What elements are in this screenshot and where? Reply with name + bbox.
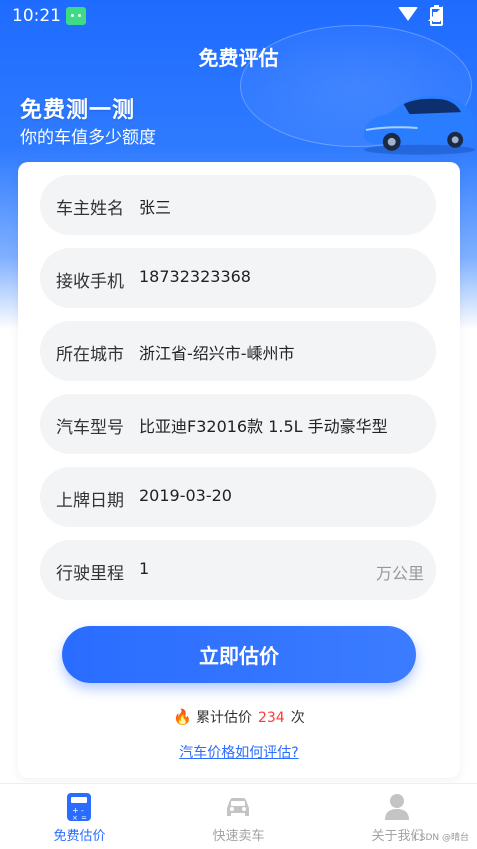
car-icon [227,798,249,816]
registration-date-field[interactable]: 上牌日期 2019-03-20 [40,467,436,527]
fire-icon: 🔥 [173,708,192,726]
page-title: 免费评估 [198,46,279,70]
phone-input[interactable]: 18732323368 [139,267,251,286]
city-field[interactable]: 所在城市 浙江省-绍兴市-嵊州市 [40,321,436,381]
field-label: 汽车型号 [56,418,124,438]
field-label: 所在城市 [56,345,124,365]
count-suffix: 次 [290,710,305,726]
tab-label: 快速卖车 [212,829,265,844]
mileage-input[interactable]: 1 [139,559,149,578]
svg-text:×: × [72,814,78,822]
status-time: 10:21 [12,6,61,26]
wifi-icon [398,6,418,21]
evaluate-button[interactable]: 立即估价 [62,626,416,683]
watermark: CSDN @晴台 [413,833,469,843]
tab-free-evaluation[interactable]: + - × = 免费估价 [0,784,159,849]
field-label: 上牌日期 [56,491,124,511]
bottom-tab-bar: + - × = 免费估价 快速卖车 关于我们 [0,783,477,849]
android-icon [66,7,86,25]
battery-icon [430,5,443,26]
calculator-icon: + - × = [67,793,91,822]
status-bar: 10:21 [0,0,477,32]
owner-name-input[interactable]: 张三 [139,194,171,218]
car-illustration [363,95,476,155]
field-label: 行驶里程 [56,564,124,584]
hero-subtitle: 你的车值多少额度 [20,128,156,148]
car-model-select[interactable]: 比亚迪F32016款 1.5L 手动豪华型 [139,413,388,437]
svg-text:=: = [81,814,87,822]
hero-title: 免费测一测 [20,98,136,123]
tab-label: 免费估价 [53,829,106,844]
how-to-evaluate-link[interactable]: 汽车价格如何评估? [18,742,460,762]
city-select[interactable]: 浙江省-绍兴市-嵊州市 [139,340,295,364]
field-label: 车主姓名 [56,199,124,219]
field-label: 接收手机 [56,272,124,292]
count-value: 234 [257,710,285,726]
mileage-unit: 万公里 [375,564,424,583]
user-icon [385,794,409,820]
car-model-field[interactable]: 汽车型号 比亚迪F32016款 1.5L 手动豪华型 [40,394,436,454]
evaluation-count: 🔥 累计估价 234 次 [18,707,460,727]
phone-field[interactable]: 接收手机 18732323368 [40,248,436,308]
evaluation-card: 车主姓名 张三 接收手机 18732323368 所在城市 浙江省-绍兴市-嵊州… [18,162,460,778]
mileage-field[interactable]: 行驶里程 1 万公里 [40,540,436,600]
owner-name-field[interactable]: 车主姓名 张三 [40,175,436,235]
count-prefix: 累计估价 [195,710,252,726]
registration-date-picker[interactable]: 2019-03-20 [139,486,232,505]
tab-quick-sell[interactable]: 快速卖车 [159,784,318,849]
